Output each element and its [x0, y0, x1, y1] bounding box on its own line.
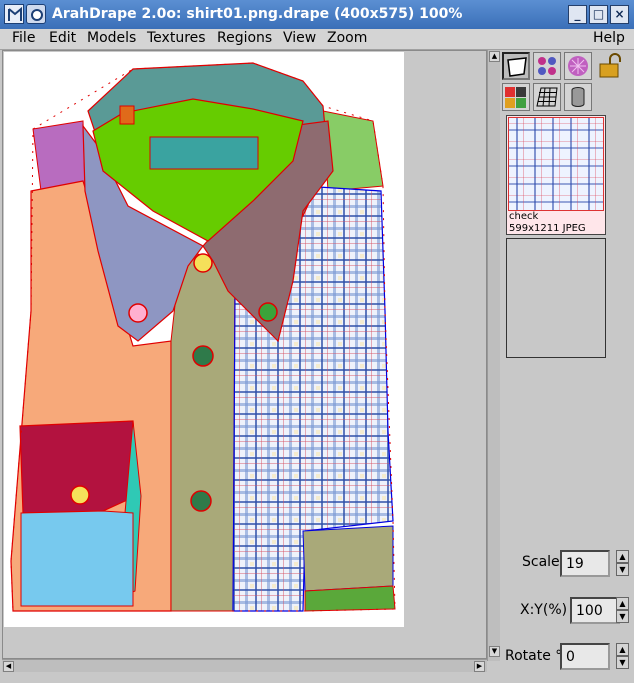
scroll-up-icon[interactable]: ▲: [489, 51, 500, 62]
shirt-image[interactable]: [3, 51, 487, 659]
app-logo-icon[interactable]: [4, 4, 24, 24]
minimize-icon[interactable]: _: [568, 5, 587, 24]
spin-up-icon[interactable]: ▲: [616, 550, 629, 563]
menu-bar: File Edit Models Textures Regions View Z…: [0, 29, 634, 50]
spin-up-icon[interactable]: ▲: [616, 643, 629, 656]
window-title: ArahDrape 2.0o: shirt01.png.drape (400x5…: [52, 6, 463, 22]
ratio-label: X:Y(%): [520, 602, 568, 618]
rotate-label: Rotate °: [505, 648, 563, 664]
texture-name: check: [509, 211, 539, 222]
menu-edit[interactable]: Edit: [49, 30, 76, 46]
spin-down-icon[interactable]: ▼: [616, 563, 629, 576]
scroll-down-icon[interactable]: ▼: [489, 646, 500, 657]
menu-file[interactable]: File: [12, 30, 35, 46]
cylinder-tool-icon[interactable]: [564, 83, 592, 111]
texture-slot-empty[interactable]: [506, 238, 606, 358]
scale-input[interactable]: 19: [560, 550, 610, 577]
spin-down-icon[interactable]: ▼: [616, 610, 629, 623]
maximize-icon[interactable]: □: [589, 5, 608, 24]
spin-up-icon[interactable]: ▲: [616, 597, 629, 610]
deform-tool-icon[interactable]: [502, 52, 530, 80]
menu-models[interactable]: Models: [87, 30, 136, 46]
tool-panel: check 599x1211 JPEG Scale 19 ▲ ▼ X:Y(%) 1…: [500, 50, 634, 683]
scale-spinner[interactable]: ▲ ▼: [616, 550, 629, 577]
regions-tool-icon[interactable]: [533, 52, 561, 80]
menu-textures[interactable]: Textures: [147, 30, 206, 46]
texture-preview-image: [508, 117, 604, 211]
ratio-spinner[interactable]: ▲ ▼: [616, 597, 629, 624]
horizontal-scrollbar[interactable]: ◀ ▶: [2, 659, 487, 672]
title-bar: ArahDrape 2.0o: shirt01.png.drape (400x5…: [0, 0, 634, 29]
rotate-input[interactable]: 0: [560, 643, 610, 670]
scroll-right-icon[interactable]: ▶: [474, 661, 485, 672]
masks-tool-icon[interactable]: [502, 83, 530, 111]
menu-view[interactable]: View: [283, 30, 316, 46]
menu-regions[interactable]: Regions: [217, 30, 272, 46]
vertical-scrollbar[interactable]: ▲ ▼: [487, 50, 500, 661]
lock-icon[interactable]: [596, 52, 624, 80]
scroll-left-icon[interactable]: ◀: [3, 661, 14, 672]
grid-tool-icon[interactable]: [533, 83, 561, 111]
texture-thumbnail-selected[interactable]: check 599x1211 JPEG: [506, 115, 606, 235]
scale-label: Scale: [522, 554, 560, 570]
rotate-spinner[interactable]: ▲ ▼: [616, 643, 629, 670]
ratio-input[interactable]: 100: [570, 597, 620, 624]
menu-zoom[interactable]: Zoom: [327, 30, 367, 46]
spin-down-icon[interactable]: ▼: [616, 656, 629, 669]
texture-info: 599x1211 JPEG: [509, 223, 586, 234]
menu-help[interactable]: Help: [593, 30, 625, 46]
close-icon[interactable]: ×: [610, 5, 629, 24]
texture-tool-icon[interactable]: [564, 52, 592, 80]
drape-canvas[interactable]: [2, 50, 487, 659]
window-menu-icon[interactable]: [26, 4, 46, 24]
